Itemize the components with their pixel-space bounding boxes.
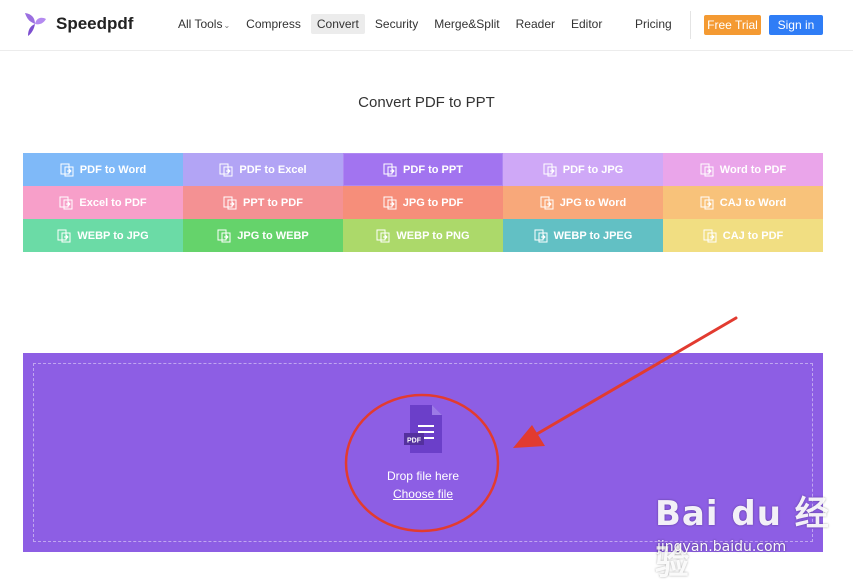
convert-file-icon bbox=[700, 196, 714, 209]
tool-label: PDF to JPG bbox=[562, 163, 624, 176]
tool-webp-to-png[interactable]: WEBP to PNG bbox=[343, 219, 503, 252]
sign-in-button[interactable]: Sign in bbox=[769, 15, 823, 35]
tool-label: CAJ to PDF bbox=[722, 229, 784, 242]
baidu-watermark: Bai du 经验 bbox=[655, 494, 830, 583]
tool-label: WEBP to JPG bbox=[77, 229, 149, 242]
header-divider bbox=[690, 11, 691, 39]
nav-all-tools[interactable]: All Tools⌄ bbox=[172, 14, 236, 34]
tool-label: PDF to PPT bbox=[403, 163, 463, 176]
convert-file-icon bbox=[700, 163, 714, 176]
tool-label: WEBP to PNG bbox=[396, 229, 470, 242]
tool-word-to-pdf[interactable]: Word to PDF bbox=[663, 153, 823, 186]
convert-file-icon bbox=[223, 196, 237, 209]
tool-webp-to-jpeg[interactable]: WEBP to JPEG bbox=[503, 219, 663, 252]
page-title: Convert PDF to PPT bbox=[358, 94, 495, 111]
pricing-link[interactable]: Pricing bbox=[635, 17, 672, 31]
tool-grid: PDF to Word PDF to Excel PDF to PPT PDF to … bbox=[23, 153, 823, 252]
pdf-file-icon: PDF bbox=[404, 405, 442, 453]
convert-file-icon bbox=[219, 163, 233, 176]
tool-caj-to-pdf[interactable]: CAJ to PDF bbox=[663, 219, 823, 252]
nav-editor[interactable]: Editor bbox=[565, 14, 608, 34]
nav-merge-split[interactable]: Merge&Split bbox=[428, 14, 505, 34]
convert-file-icon bbox=[703, 229, 717, 242]
tool-label: PDF to Excel bbox=[239, 163, 307, 176]
logo[interactable]: Speedpdf bbox=[22, 10, 133, 38]
drop-file-text: Drop file here bbox=[386, 469, 460, 483]
tool-label: CAJ to Word bbox=[719, 196, 787, 209]
convert-file-icon bbox=[383, 163, 397, 176]
convert-file-icon bbox=[540, 196, 554, 209]
tool-webp-to-jpg[interactable]: WEBP to JPG bbox=[23, 219, 183, 252]
tool-label: JPG to WEBP bbox=[237, 229, 309, 242]
butterfly-logo-icon bbox=[25, 13, 46, 36]
chevron-down-icon: ⌄ bbox=[223, 21, 231, 30]
tool-excel-to-pdf[interactable]: Excel to PDF bbox=[23, 186, 183, 219]
convert-file-icon bbox=[543, 163, 557, 176]
convert-file-icon bbox=[60, 163, 74, 176]
logo-text: Speedpdf bbox=[56, 14, 134, 33]
tool-label: Word to PDF bbox=[719, 163, 787, 176]
tool-label: PDF to Word bbox=[79, 163, 147, 176]
baidu-watermark-url: jingyan.baidu.com bbox=[657, 539, 787, 555]
free-trial-button[interactable]: Free Trial bbox=[704, 15, 761, 35]
tool-pdf-to-word[interactable]: PDF to Word bbox=[23, 153, 183, 186]
tool-jpg-to-pdf[interactable]: JPG to PDF bbox=[343, 186, 503, 219]
tool-label: JPG to PDF bbox=[402, 196, 464, 209]
nav-all-tools-label: All Tools bbox=[178, 17, 223, 31]
convert-file-icon bbox=[376, 229, 390, 242]
convert-file-icon bbox=[59, 196, 73, 209]
nav-reader[interactable]: Reader bbox=[510, 14, 561, 34]
nav-security[interactable]: Security bbox=[369, 14, 424, 34]
tool-label: JPG to Word bbox=[559, 196, 627, 209]
nav-compress[interactable]: Compress bbox=[240, 14, 307, 34]
convert-file-icon bbox=[534, 229, 548, 242]
tool-caj-to-word[interactable]: CAJ to Word bbox=[663, 186, 823, 219]
pdf-icon-label: PDF bbox=[407, 438, 422, 445]
convert-file-icon bbox=[57, 229, 71, 242]
tool-pdf-to-jpg[interactable]: PDF to JPG bbox=[503, 153, 663, 186]
tool-jpg-to-word[interactable]: JPG to Word bbox=[503, 186, 663, 219]
tool-label: PPT to PDF bbox=[243, 196, 303, 209]
tool-ppt-to-pdf[interactable]: PPT to PDF bbox=[183, 186, 343, 219]
top-navbar: Speedpdf All Tools⌄ Compress Convert Sec… bbox=[0, 0, 853, 51]
main-nav: All Tools⌄ Compress Convert Security Mer… bbox=[172, 14, 608, 34]
tool-pdf-to-excel[interactable]: PDF to Excel bbox=[183, 153, 343, 186]
convert-file-icon bbox=[217, 229, 231, 242]
convert-file-icon bbox=[383, 196, 397, 209]
tool-jpg-to-webp[interactable]: JPG to WEBP bbox=[183, 219, 343, 252]
nav-convert[interactable]: Convert bbox=[310, 14, 365, 34]
tool-pdf-to-ppt[interactable]: PDF to PPT bbox=[343, 153, 503, 186]
tool-label: WEBP to JPEG bbox=[553, 229, 633, 242]
tool-label: Excel to PDF bbox=[79, 196, 147, 209]
